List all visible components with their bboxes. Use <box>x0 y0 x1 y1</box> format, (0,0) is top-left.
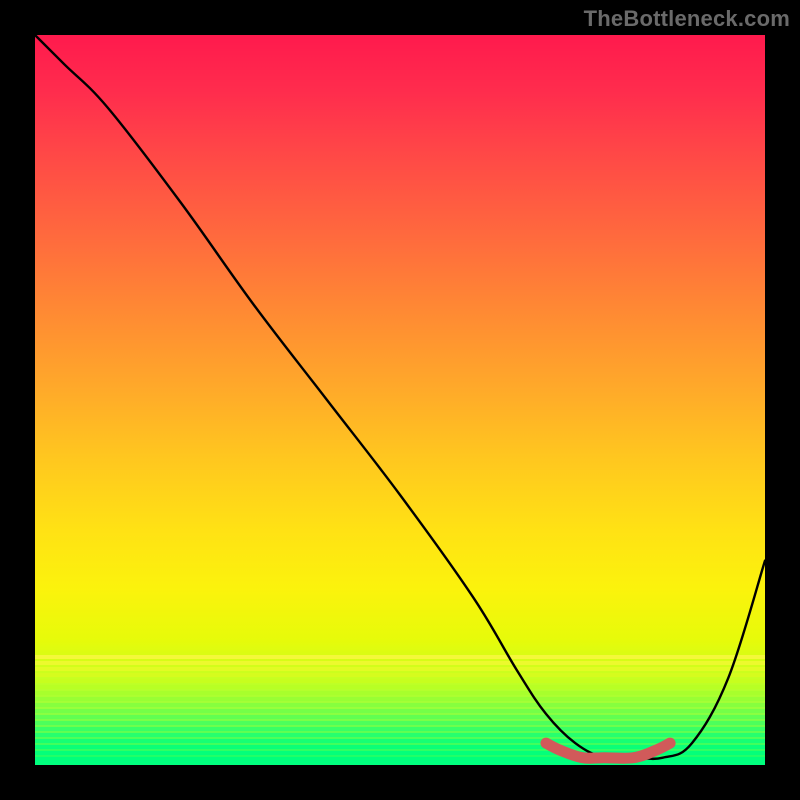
chart-frame: TheBottleneck.com <box>0 0 800 800</box>
optimal-range-path <box>546 743 670 758</box>
chart-svg <box>35 35 765 765</box>
bottleneck-curve-path <box>35 35 765 759</box>
plot-area <box>35 35 765 765</box>
watermark-text: TheBottleneck.com <box>584 6 790 32</box>
